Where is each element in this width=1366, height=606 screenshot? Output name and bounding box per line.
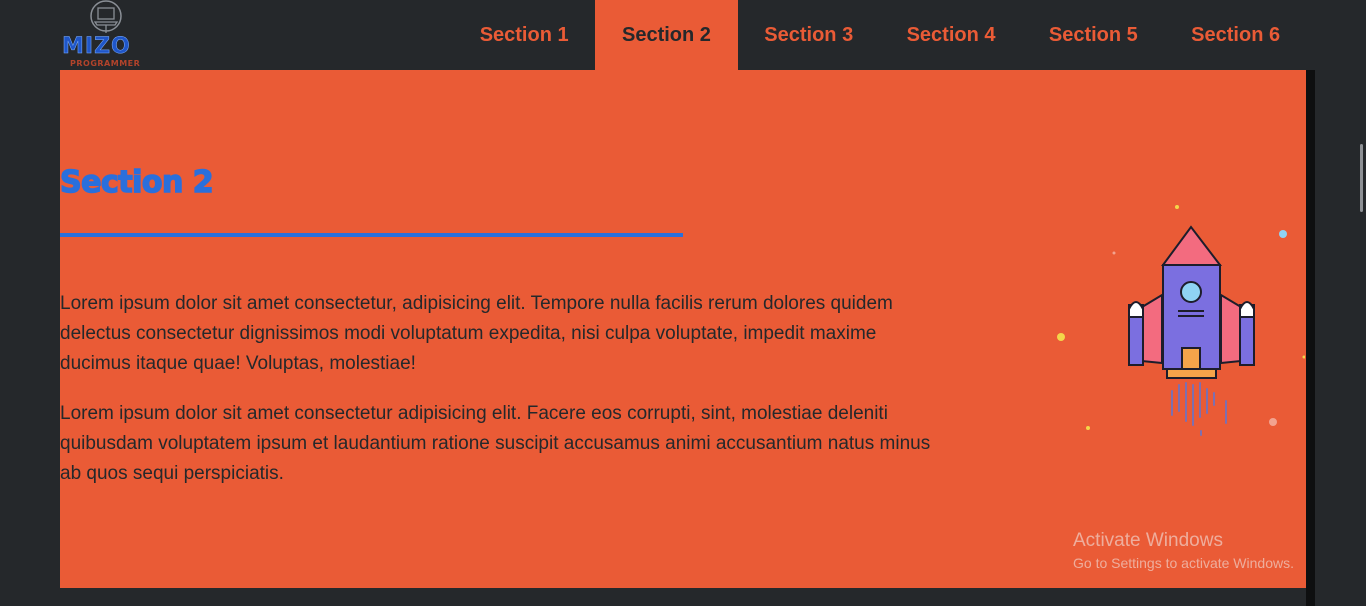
nav-section-5[interactable]: Section 5 — [1022, 0, 1164, 70]
nav-section-1[interactable]: Section 1 — [453, 0, 595, 70]
section-title: Section 2 — [59, 164, 214, 201]
bottom-dark-strip — [60, 588, 1306, 606]
site-logo[interactable]: MIZO PROGRAMMER — [60, 0, 155, 70]
section-nav: Section 1 Section 2 Section 3 Section 4 … — [453, 0, 1307, 70]
section-2-panel: Section 2 Lorem ipsum dolor sit amet con… — [59, 70, 1306, 588]
laptop-logo-icon — [90, 0, 122, 33]
nav-section-6[interactable]: Section 6 — [1164, 0, 1306, 70]
rocket-icon — [1057, 205, 1305, 436]
activate-windows-watermark: Activate Windows Go to Settings to activ… — [1073, 530, 1294, 571]
page-scrollbar[interactable] — [1360, 144, 1363, 212]
watermark-title: Activate Windows — [1073, 530, 1223, 551]
watermark-subtitle: Go to Settings to activate Windows. — [1073, 555, 1294, 571]
section-paragraph-2: Lorem ipsum dolor sit amet consectetur a… — [60, 403, 931, 484]
top-navbar: MIZO PROGRAMMER Section 1 Section 2 Sect… — [0, 0, 1366, 70]
nav-section-2[interactable]: Section 2 — [595, 0, 738, 70]
nav-section-4[interactable]: Section 4 — [880, 0, 1022, 70]
title-underline — [60, 233, 683, 237]
logo-tagline: PROGRAMMER — [70, 59, 141, 68]
logo-wordmark: MIZO — [62, 34, 131, 60]
section-paragraph-1: Lorem ipsum dolor sit amet consectetur, … — [60, 293, 893, 374]
nav-section-3[interactable]: Section 3 — [738, 0, 880, 70]
